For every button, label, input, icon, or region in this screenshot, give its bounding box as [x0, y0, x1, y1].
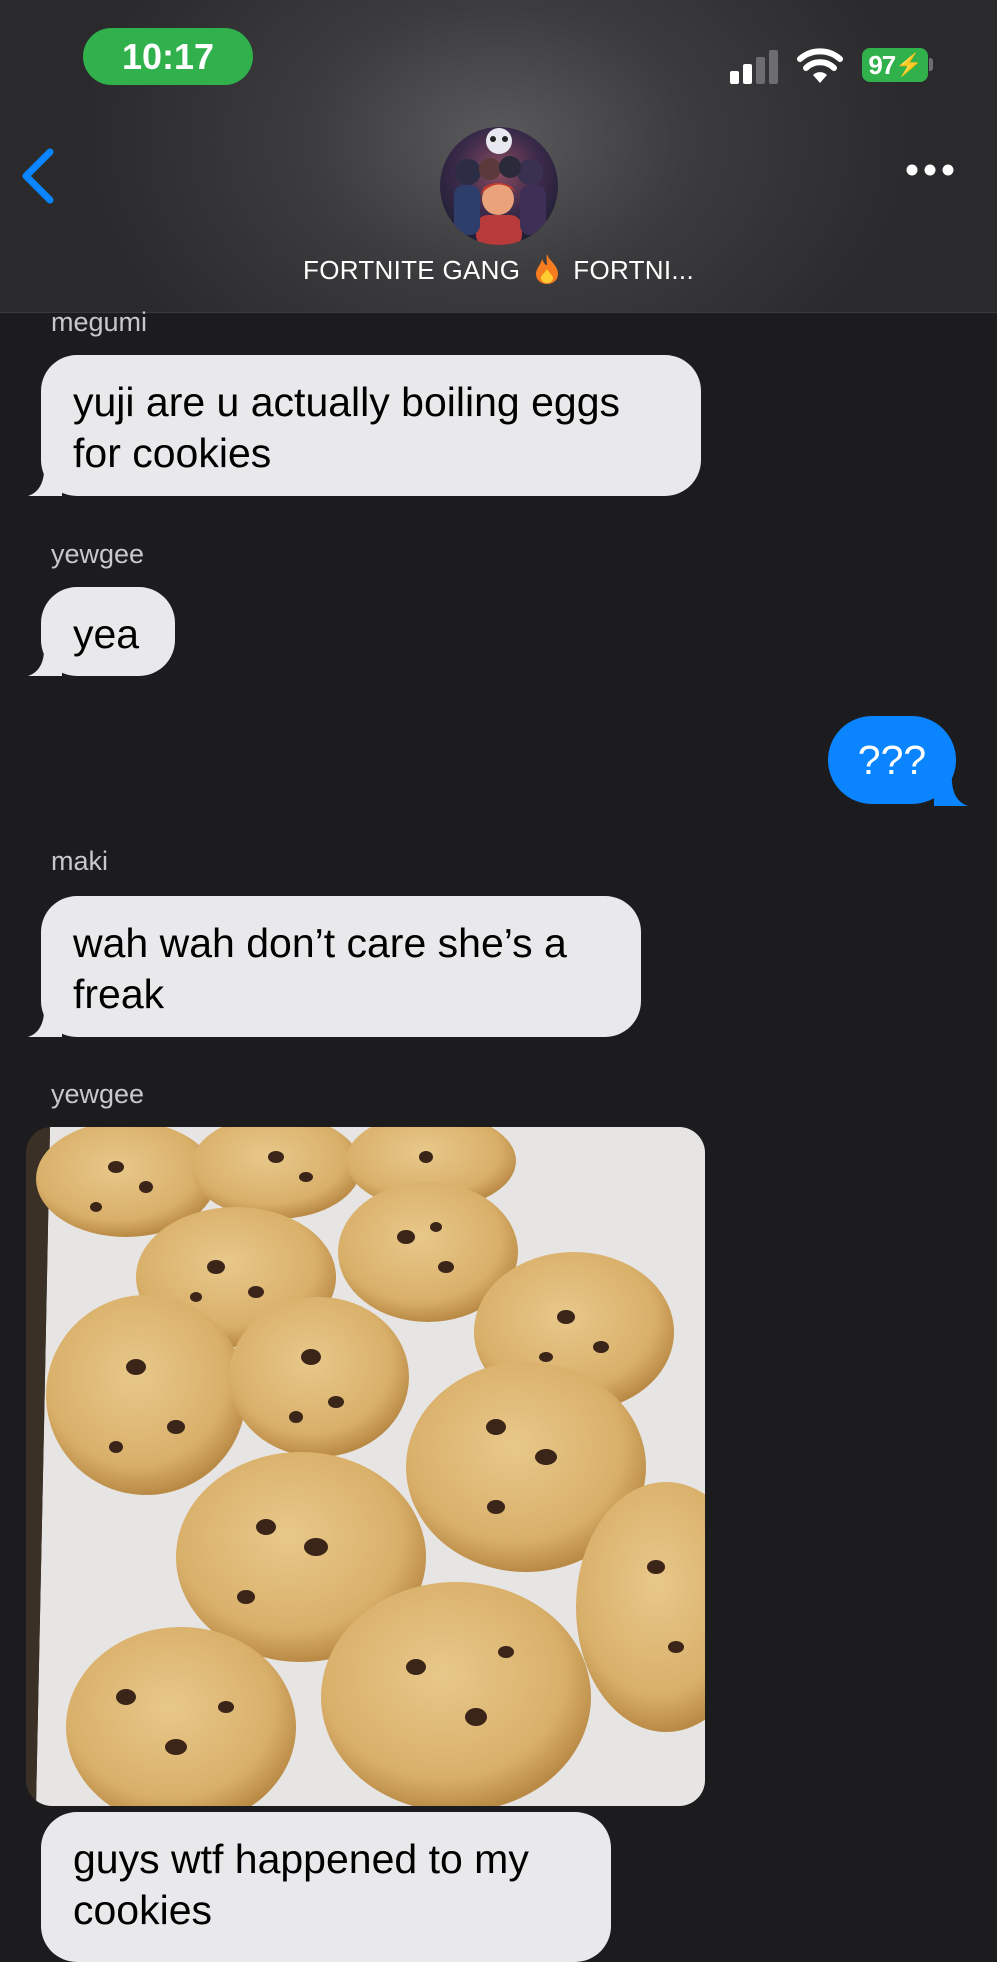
sender-name: yewgee	[51, 1079, 145, 1109]
sender-name: megumi	[51, 307, 148, 337]
group-name-right: FORTNI...	[573, 255, 694, 285]
group-name-left: FORTNITE GANG	[303, 255, 521, 285]
outgoing-message-bubble[interactable]: ???	[828, 716, 956, 804]
sender-name: maki	[51, 846, 109, 876]
message-bubble[interactable]: guys wtf happened to my cookies	[41, 1812, 611, 1962]
sender-name: yewgee	[51, 539, 145, 569]
photo-attachment[interactable]	[26, 1127, 705, 1806]
battery-icon: 97 ⚡	[862, 48, 928, 82]
message-bubble[interactable]: yuji are u actually boiling eggs for coo…	[41, 355, 701, 496]
group-avatar-art	[454, 128, 546, 245]
cookies-photo	[26, 1127, 705, 1806]
group-avatar[interactable]	[440, 127, 558, 245]
back-chevron-icon[interactable]	[18, 148, 58, 204]
signal-icon	[730, 50, 778, 84]
wifi-icon	[797, 48, 843, 83]
message-bubble[interactable]: wah wah don’t care she’s a freak	[41, 896, 641, 1037]
more-icon[interactable]	[905, 160, 955, 180]
battery-nub	[929, 58, 933, 71]
group-name[interactable]: FORTNITE GANG FORTNI...	[0, 253, 997, 286]
conversation-header: 10:17 97 ⚡ FORTNITE GANG FORTNI...	[0, 0, 997, 313]
battery-level: 97	[868, 49, 896, 80]
charging-bolt-icon: ⚡	[895, 52, 922, 77]
status-time[interactable]: 10:17	[83, 28, 253, 85]
message-bubble[interactable]: yea	[41, 587, 175, 676]
flame-icon	[535, 254, 558, 284]
